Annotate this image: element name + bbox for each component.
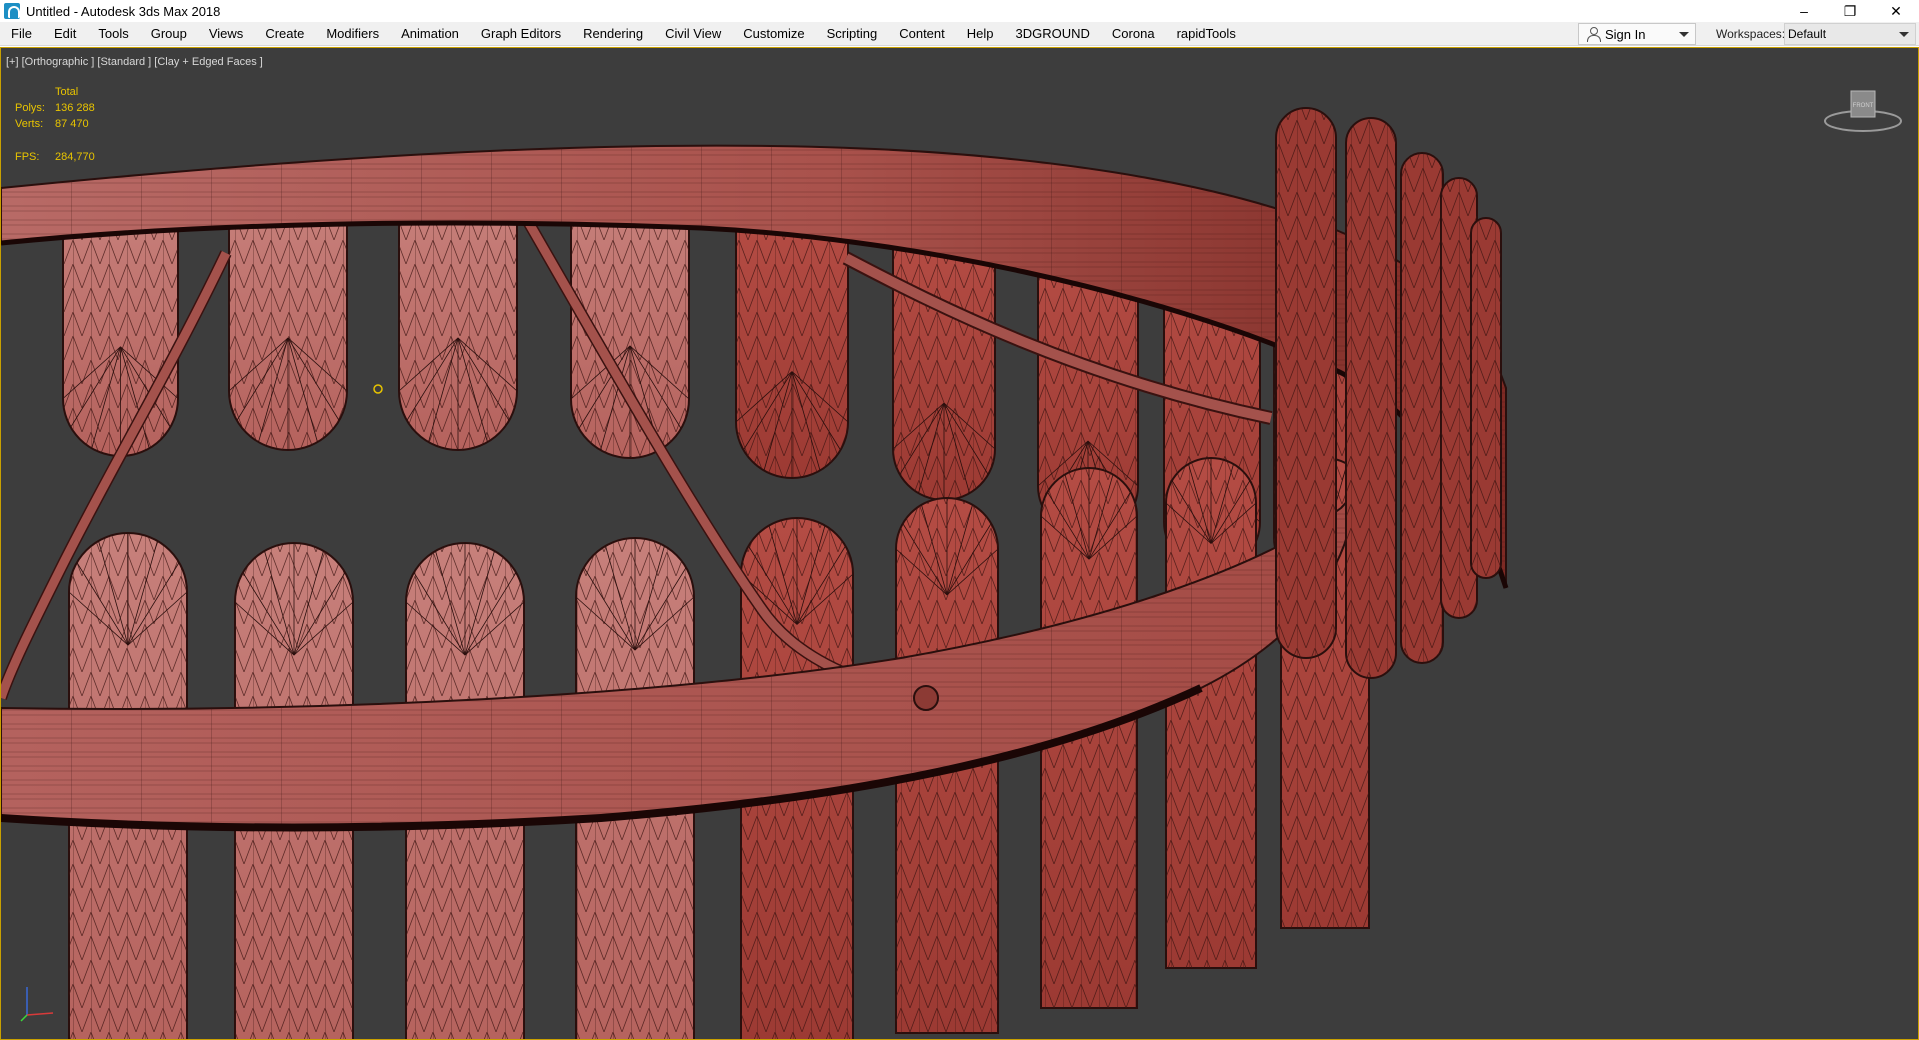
axis-tripod-icon [20,987,54,1022]
viewport-statistics: Total Polys: 136 288 Verts: 87 470 FPS: 284… [15,84,115,165]
menu-rendering[interactable]: Rendering [572,22,654,46]
side-strip-wire-2 [1401,153,1443,663]
menu-customize[interactable]: Customize [732,22,815,46]
menu-animation[interactable]: Animation [390,22,470,46]
chevron-down-icon [1679,32,1689,37]
polys-value: 136 288 [55,102,95,114]
title-bar: Untitled - Autodesk 3ds Max 2018 – ❐ ✕ [0,0,1919,22]
chevron-down-icon [1899,32,1909,37]
side-strip-wire-0 [1276,108,1336,658]
close-button[interactable]: ✕ [1873,0,1919,22]
workspaces-label: Workspaces: [1716,27,1786,41]
menu-edit[interactable]: Edit [43,22,87,46]
menu-tools[interactable]: Tools [87,22,139,46]
viewport-label[interactable]: [+] [Orthographic ] [Standard ] [Clay + … [6,56,263,68]
menu-group[interactable]: Group [140,22,198,46]
menu-graph-editors[interactable]: Graph Editors [470,22,572,46]
viewport-orthographic[interactable]: [+] [Orthographic ] [Standard ] [Clay + … [0,47,1919,1040]
fps-value: 284,770 [55,151,95,163]
polys-label: Polys: [15,102,45,114]
menu-rapidtools[interactable]: rapidTools [1166,22,1247,46]
sign-in-label: Sign In [1605,26,1646,42]
menu-views[interactable]: Views [198,22,254,46]
workspaces-select[interactable]: Default [1784,23,1916,45]
workspaces-value: Default [1788,27,1827,41]
stats-header: Total [55,86,79,98]
side-strip-wire-4 [1471,218,1501,578]
sign-in-dropdown[interactable]: Sign In [1578,23,1696,45]
menu-modifiers[interactable]: Modifiers [315,22,390,46]
menu-corona[interactable]: Corona [1101,22,1166,46]
minimize-button[interactable]: – [1781,0,1827,22]
menu-file[interactable]: File [0,22,43,46]
verts-label: Verts: [15,118,44,130]
viewcube-icon[interactable]: FRONT [1821,83,1905,139]
maximize-button[interactable]: ❐ [1827,0,1873,22]
scene-render[interactable] [1,48,1919,1040]
menu-scripting[interactable]: Scripting [816,22,889,46]
viewcube-face-label: FRONT [1853,103,1874,109]
menu-civil-view[interactable]: Civil View [654,22,732,46]
menu-help[interactable]: Help [956,22,1005,46]
menu-content[interactable]: Content [888,22,956,46]
menu-3dground[interactable]: 3DGROUND [1005,22,1101,46]
window-title: Untitled - Autodesk 3ds Max 2018 [26,3,221,19]
fps-label: FPS: [15,151,40,163]
menu-create[interactable]: Create [254,22,315,46]
verts-value: 87 470 [55,118,89,130]
user-icon [1587,27,1601,42]
3dsmax-app-icon[interactable] [4,3,20,19]
side-strip-wire-1 [1346,118,1396,678]
